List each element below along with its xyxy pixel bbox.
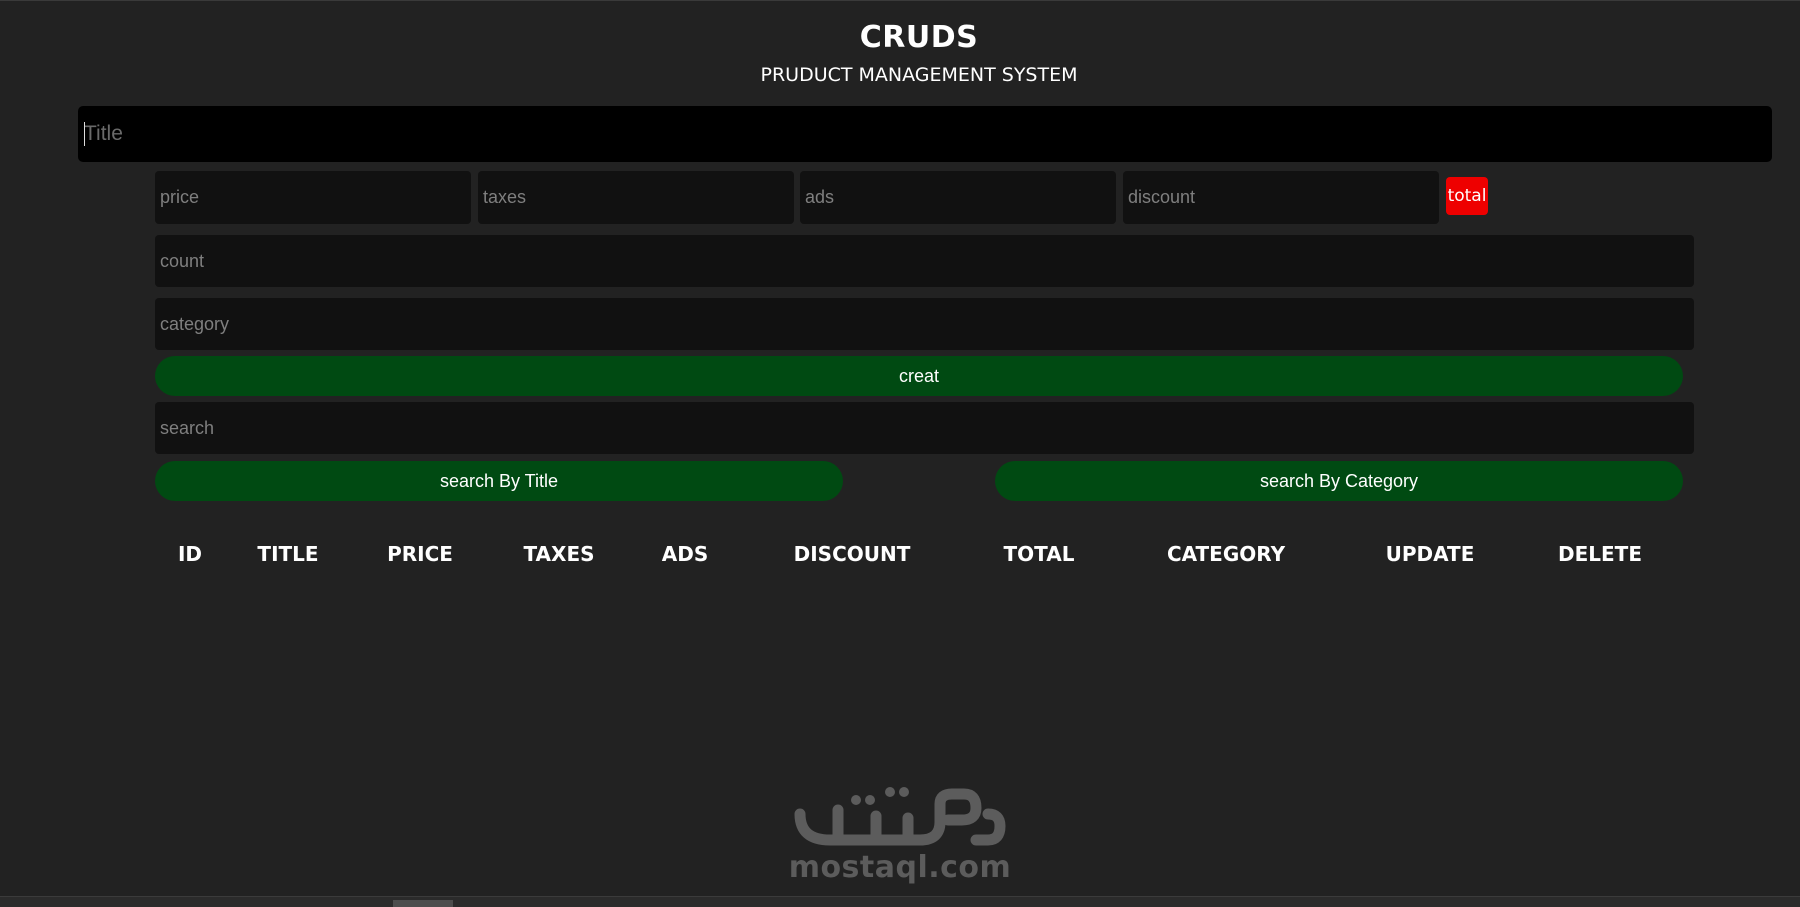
total-display: total [1446,177,1488,215]
column-header-total: TOTAL [1003,542,1075,566]
column-header-price: PRICE [387,542,453,566]
column-header-title: TITLE [257,542,319,566]
search-by-title-button[interactable]: search By Title [155,461,843,501]
products-table-header: ID TITLE PRICE TAXES ADS DISCOUNT TOTAL … [0,538,1800,570]
column-header-category: CATEGORY [1166,542,1286,566]
column-header-discount: DISCOUNT [793,542,911,566]
scrollbar-thumb[interactable] [393,900,453,907]
watermark-text: mostaql.com [788,850,1012,885]
column-header-ads: ADS [661,542,709,566]
search-input[interactable] [155,402,1694,454]
column-header-id: ID [177,542,203,566]
search-by-category-button[interactable]: search By Category [995,461,1683,501]
page-subtitle: PRUDUCT MANAGEMENT SYSTEM [760,64,1078,86]
create-button[interactable]: creat [155,356,1683,396]
taxes-input[interactable] [478,171,794,224]
price-input[interactable] [155,171,471,224]
page-title: CRUDS [859,20,979,55]
horizontal-scrollbar[interactable] [0,896,1800,907]
column-header-delete: DELETE [1558,542,1642,566]
text-caret [84,122,85,146]
column-header-taxes: TAXES [523,542,595,566]
title-input[interactable] [78,106,1772,162]
mostaql-logo-icon [794,787,1006,846]
column-header-update: UPDATE [1385,542,1475,566]
count-input[interactable] [155,235,1694,287]
category-input[interactable] [155,298,1694,350]
mostaql-watermark: mostaql.com [780,780,1020,890]
discount-input[interactable] [1123,171,1439,224]
ads-input[interactable] [800,171,1116,224]
window-top-edge [0,0,1800,1]
